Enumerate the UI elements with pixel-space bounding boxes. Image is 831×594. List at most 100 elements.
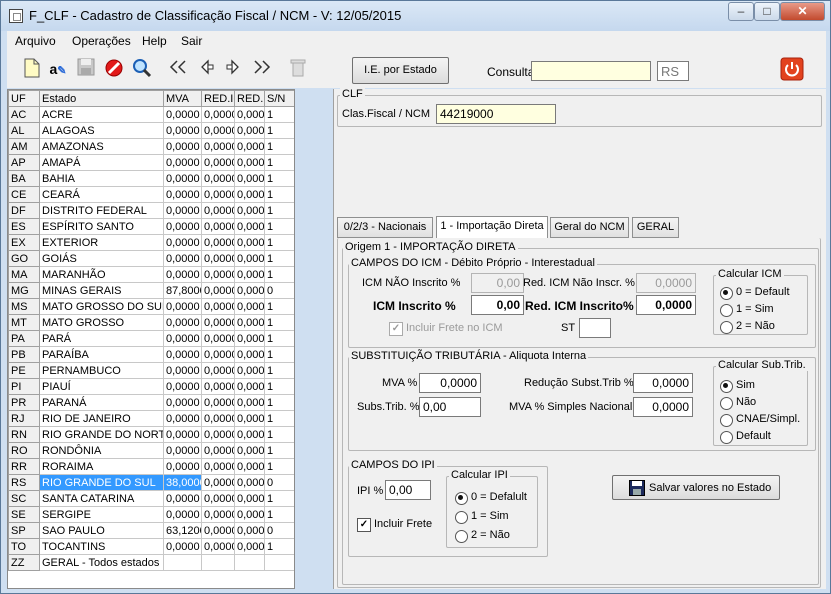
calc-st-default-radio[interactable]: Default	[720, 430, 771, 444]
mva-cell[interactable]: 0,0000	[163, 186, 202, 203]
red-icm-cell[interactable]: 0,0000	[201, 218, 235, 235]
red-icm-cell[interactable]: 0,0000	[201, 394, 235, 411]
mva-input[interactable]: 0,0000	[419, 373, 481, 393]
mva-cell[interactable]: 0,0000	[163, 426, 202, 443]
red-cell[interactable]: 0,000	[234, 474, 265, 491]
red-icm-cell[interactable]: 0,0000	[201, 154, 235, 171]
estado-cell[interactable]: TOCANTINS	[39, 538, 164, 555]
mva-simples-input[interactable]: 0,0000	[633, 397, 693, 417]
table-row[interactable]: ZZ GERAL - Todos estados	[8, 554, 294, 571]
table-row[interactable]: TO TOCANTINS 0,0000 0,0000 0,000 1	[8, 538, 294, 555]
sn-cell[interactable]	[264, 554, 294, 571]
red-icm-inscrito-input[interactable]: 0,0000	[636, 295, 696, 315]
table-row[interactable]: DF DISTRITO FEDERAL 0,0000 0,0000 0,000 1	[8, 202, 294, 219]
tab-nacionais[interactable]: 0/2/3 - Nacionais	[337, 217, 433, 238]
menu-help[interactable]: Help	[142, 34, 167, 48]
sn-cell[interactable]: 1	[264, 394, 294, 411]
estado-cell[interactable]: RORAIMA	[39, 458, 164, 475]
red-icm-cell[interactable]: 0,0000	[201, 138, 235, 155]
uf-cell[interactable]: RR	[8, 458, 40, 475]
table-row[interactable]: MS MATO GROSSO DO SUL 0,0000 0,0000 0,000 1	[8, 298, 294, 315]
uf-cell[interactable]: PA	[8, 330, 40, 347]
next-record-icon[interactable]	[223, 58, 245, 80]
uf-cell[interactable]: MG	[8, 282, 40, 299]
mva-cell[interactable]: 0,0000	[163, 490, 202, 507]
mva-cell[interactable]: 0,0000	[163, 266, 202, 283]
table-row[interactable]: CE CEARÁ 0,0000 0,0000 0,000 1	[8, 186, 294, 203]
mva-cell[interactable]	[163, 554, 202, 571]
red-icm-cell[interactable]: 0,0000	[201, 234, 235, 251]
red-icm-cell[interactable]	[201, 554, 235, 571]
sn-cell[interactable]: 1	[264, 442, 294, 459]
sn-cell[interactable]: 1	[264, 314, 294, 331]
red-icm-cell[interactable]: 0,0000	[201, 378, 235, 395]
estado-cell[interactable]: RIO GRANDE DO SUL	[39, 474, 164, 491]
red-icm-cell[interactable]: 0,0000	[201, 106, 235, 123]
estado-cell[interactable]: RIO DE JANEIRO	[39, 410, 164, 427]
tab-importacao-direta[interactable]: 1 - Importação Direta	[436, 216, 548, 238]
red-cell[interactable]: 0,000	[234, 330, 265, 347]
sn-cell[interactable]: 1	[264, 186, 294, 203]
estado-cell[interactable]: EXTERIOR	[39, 234, 164, 251]
mva-cell[interactable]: 0,0000	[163, 362, 202, 379]
calc-st-nao-radio[interactable]: Não	[720, 396, 756, 410]
menu-operacoes[interactable]: Operações	[72, 34, 131, 48]
table-row[interactable]: SE SERGIPE 0,0000 0,0000 0,000 1	[8, 506, 294, 523]
calc-st-cnae-radio[interactable]: CNAE/Simpl.	[720, 413, 800, 427]
red-icm-cell[interactable]: 0,0000	[201, 170, 235, 187]
mva-cell[interactable]: 0,0000	[163, 138, 202, 155]
uf-cell[interactable]: RO	[8, 442, 40, 459]
uf-cell[interactable]: AC	[8, 106, 40, 123]
column-header-red[interactable]: RED.	[234, 90, 265, 107]
estado-cell[interactable]: RIO GRANDE DO NORTE	[39, 426, 164, 443]
icm-inscrito-input[interactable]: 0,00	[471, 295, 524, 315]
table-row[interactable]: SC SANTA CATARINA 0,0000 0,0000 0,000 1	[8, 490, 294, 507]
red-icm-cell[interactable]: 0,0000	[201, 442, 235, 459]
uf-cell[interactable]: AM	[8, 138, 40, 155]
red-cell[interactable]: 0,000	[234, 250, 265, 267]
red-cell[interactable]: 0,000	[234, 506, 265, 523]
column-header-uf[interactable]: UF	[8, 90, 40, 107]
sn-cell[interactable]: 1	[264, 234, 294, 251]
mva-cell[interactable]: 0,0000	[163, 234, 202, 251]
mva-cell[interactable]: 0,0000	[163, 506, 202, 523]
red-icm-cell[interactable]: 0,0000	[201, 202, 235, 219]
sn-cell[interactable]: 1	[264, 346, 294, 363]
uf-cell[interactable]: CE	[8, 186, 40, 203]
mva-cell[interactable]: 0,0000	[163, 346, 202, 363]
ipi-input[interactable]: 0,00	[385, 480, 431, 500]
previous-record-icon[interactable]	[195, 58, 217, 80]
red-icm-nao-inscr-input[interactable]: 0,0000	[636, 273, 696, 293]
table-row[interactable]: ES ESPÍRITO SANTO 0,0000 0,0000 0,000 1	[8, 218, 294, 235]
maximize-button[interactable]: □	[754, 2, 780, 21]
mva-cell[interactable]: 0,0000	[163, 442, 202, 459]
mva-cell[interactable]: 0,0000	[163, 410, 202, 427]
red-cell[interactable]: 0,000	[234, 410, 265, 427]
estado-cell[interactable]: MATO GROSSO DO SUL	[39, 298, 164, 315]
power-exit-icon[interactable]	[780, 57, 804, 81]
red-icm-cell[interactable]: 0,0000	[201, 426, 235, 443]
red-icm-cell[interactable]: 0,0000	[201, 314, 235, 331]
uf-cell[interactable]: SE	[8, 506, 40, 523]
mva-cell[interactable]: 0,0000	[163, 106, 202, 123]
estado-cell[interactable]: ACRE	[39, 106, 164, 123]
estado-cell[interactable]: GOIÁS	[39, 250, 164, 267]
sn-cell[interactable]: 1	[264, 170, 294, 187]
uf-cell[interactable]: MT	[8, 314, 40, 331]
mva-cell[interactable]: 0,0000	[163, 154, 202, 171]
calc-icm-default-radio[interactable]: 0 = Default	[720, 286, 790, 300]
table-row[interactable]: PB PARAÍBA 0,0000 0,0000 0,000 1	[8, 346, 294, 363]
states-grid[interactable]: UF Estado MVA RED.ICM RED. S/N ACACRE 0,0…	[7, 89, 295, 589]
uf-cell[interactable]: TO	[8, 538, 40, 555]
calc-ipi-default-radio[interactable]: 0 = Defalult	[455, 491, 527, 505]
red-icm-cell[interactable]: 0,0000	[201, 362, 235, 379]
red-icm-cell[interactable]: 0,0000	[201, 298, 235, 315]
red-cell[interactable]: 0,000	[234, 298, 265, 315]
red-cell[interactable]: 0,000	[234, 282, 265, 299]
mva-cell[interactable]: 0,0000	[163, 298, 202, 315]
table-row[interactable]: MT MATO GROSSO 0,0000 0,0000 0,000 1	[8, 314, 294, 331]
estado-cell[interactable]: PARAÍBA	[39, 346, 164, 363]
red-cell[interactable]: 0,000	[234, 362, 265, 379]
mva-cell[interactable]: 38,0000	[163, 474, 202, 491]
st-input[interactable]	[579, 318, 611, 338]
